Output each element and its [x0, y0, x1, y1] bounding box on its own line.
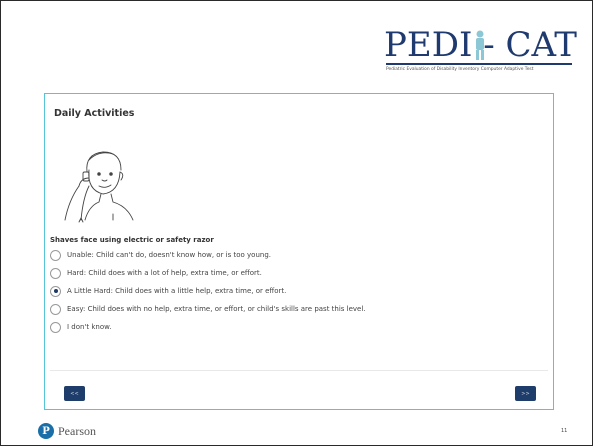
option-unable[interactable]: Unable: Child can't do, doesn't know how… [50, 248, 271, 262]
radio-dont-know[interactable] [50, 321, 61, 333]
option-hard[interactable]: Hard: Child does with a lot of help, ext… [50, 266, 262, 280]
next-button[interactable]: >> [515, 386, 536, 401]
radio-easy[interactable] [50, 303, 61, 315]
pearson-text: Pearson [58, 423, 96, 438]
option-a-little-hard[interactable]: A Little Hard: Child does with a little … [50, 284, 286, 298]
card-title: Daily Activities [54, 108, 135, 119]
option-label: Hard: Child does with a lot of help, ext… [67, 269, 262, 277]
question-text: Shaves face using electric or safety raz… [50, 236, 214, 244]
option-label: Easy: Child does with no help, extra tim… [67, 305, 366, 313]
option-dont-know[interactable]: I don't know. [50, 320, 111, 334]
logo-subtitle: Pediatric Evaluation of Disability Inven… [386, 67, 534, 72]
option-label: A Little Hard: Child does with a little … [67, 287, 287, 295]
assessment-card: Daily Activities Shaves face using elect… [44, 93, 554, 410]
pearson-logo-icon: P [38, 423, 54, 439]
divider [50, 370, 548, 371]
previous-button[interactable]: << [64, 386, 85, 401]
logo-underline [386, 63, 572, 65]
pedi-cat-logo: PEDI - CAT Pediatric Evaluation of Disab… [384, 25, 577, 81]
radio-a-little-hard[interactable] [50, 285, 61, 297]
child-figure-icon [476, 30, 484, 60]
radio-unable[interactable] [50, 249, 61, 261]
option-label: Unable: Child can't do, doesn't know how… [67, 251, 271, 259]
pearson-brand: P Pearson [38, 423, 96, 439]
option-easy[interactable]: Easy: Child does with no help, extra tim… [50, 302, 366, 316]
slide: PEDI - CAT Pediatric Evaluation of Disab… [0, 0, 593, 446]
page-number: 11 [561, 428, 568, 434]
radio-hard[interactable] [50, 267, 61, 279]
option-label: I don't know. [67, 323, 112, 331]
shaving-child-illustration [64, 151, 134, 223]
